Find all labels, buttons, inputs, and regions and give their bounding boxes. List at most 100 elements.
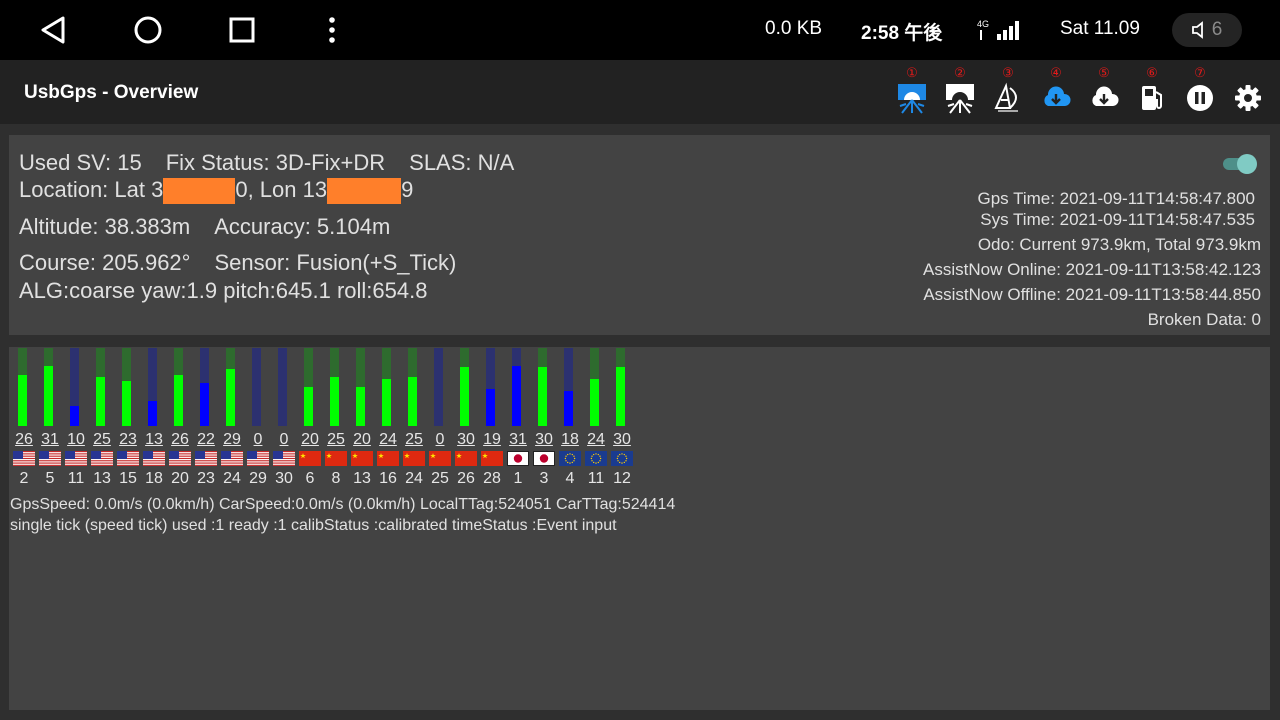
signal-bar-track — [434, 348, 443, 426]
recents-button[interactable] — [222, 10, 262, 50]
satellite-id: 2 — [19, 470, 29, 487]
constellation-flag-us — [91, 451, 113, 466]
ad-logo-icon — [994, 82, 1018, 112]
overflow-menu-button[interactable] — [312, 10, 352, 50]
constellation-flag-cn — [325, 451, 347, 466]
satellite-id: 11 — [67, 470, 85, 487]
snr-value: 20 — [353, 431, 371, 448]
satellite-column: 20 6 — [297, 347, 323, 487]
toggle-thumb — [1237, 154, 1257, 174]
satellite-id: 26 — [457, 470, 475, 487]
snr-value: 0 — [253, 431, 263, 448]
satellite-dish-blue-icon — [898, 84, 926, 114]
assistnow-offline: AssistNow Offline: 2021-09-11T13:58:44.8… — [923, 285, 1261, 304]
logging-toggle[interactable] — [1221, 153, 1257, 175]
satellite-column: 25 24 — [401, 347, 427, 487]
constellation-flag-us — [117, 451, 139, 466]
satellite-column: 0 25 — [427, 347, 453, 487]
accuracy: Accuracy: 5.104m — [214, 214, 391, 239]
snr-value: 18 — [561, 431, 579, 448]
constellation-flag-jp — [507, 451, 529, 466]
constellation-flag-us — [143, 451, 165, 466]
toolbar-button-5[interactable]: ⑤ — [1083, 66, 1125, 118]
signal-bar-fill — [44, 366, 53, 426]
toolbar-button-1[interactable]: ① — [891, 65, 933, 118]
snr-value: 24 — [587, 431, 605, 448]
satellite-column: 30 26 — [453, 347, 479, 487]
constellation-flag-cn — [299, 451, 321, 466]
status-bar: 0.0 KB 2:58 午後 4G Sat 11.09 6 — [0, 0, 1280, 60]
toolbar-button-3[interactable]: ③ — [987, 66, 1029, 118]
satellite-column: 31 1 — [505, 347, 531, 487]
satellite-column: 0 30 — [271, 347, 297, 487]
snr-value: 24 — [379, 431, 397, 448]
signal-bar-fill — [96, 377, 105, 426]
satellite-column: 22 23 — [193, 347, 219, 487]
snr-value: 10 — [67, 431, 85, 448]
volume-level: 6 — [1211, 19, 1223, 40]
constellation-flag-cn — [429, 451, 451, 466]
satellite-id: 13 — [353, 470, 371, 487]
satellite-column: 25 8 — [323, 347, 349, 487]
slas-status: SLAS: N/A — [409, 150, 515, 175]
satellite-column: 24 16 — [375, 347, 401, 487]
toolbar-button-7[interactable]: ⑦ — [1179, 66, 1221, 118]
cloud-download-white-icon — [1092, 86, 1119, 106]
satellite-id: 3 — [539, 470, 549, 487]
satellite-id: 20 — [171, 470, 189, 487]
course: Course: 205.962° — [19, 250, 191, 275]
satellite-column: 26 20 — [167, 347, 193, 487]
toolbar-button-6[interactable]: ⑥ — [1131, 66, 1173, 118]
satellite-column: 24 11 — [583, 347, 609, 487]
more-vert-icon — [329, 17, 335, 43]
fix-status: Fix Status: 3D-Fix+DR — [165, 150, 386, 175]
home-button[interactable] — [128, 10, 168, 50]
signal-bar-track — [564, 348, 573, 426]
satellite-id: 12 — [613, 470, 631, 487]
signal-bar-fill — [330, 377, 339, 426]
sys-time: Sys Time: 2021-09-11T14:58:47.535 — [980, 210, 1255, 229]
location-line: Location: Lat 3 0, Lon 13 9 — [19, 177, 413, 205]
satellite-id: 15 — [119, 470, 137, 487]
location-prefix: Location: Lat 3 — [19, 177, 164, 202]
satellite-column: 19 28 — [479, 347, 505, 487]
satellite-id: 25 — [431, 470, 449, 487]
signal-bar-track — [70, 348, 79, 426]
signal-bar-fill — [564, 391, 573, 426]
volume-indicator[interactable]: 6 — [1172, 13, 1242, 47]
constellation-flag-us — [247, 451, 269, 466]
snr-value: 26 — [15, 431, 33, 448]
data-counter: 0.0 KB — [765, 18, 823, 39]
back-button[interactable] — [33, 10, 73, 50]
back-triangle-icon — [41, 16, 65, 44]
satellite-column: 23 15 — [115, 347, 141, 487]
satellite-card: 26 2 31 5 10 11 25 13 23 15 13 18 26 20 22 23 29 24 0 29 0 30… — [9, 347, 1270, 710]
snr-value: 25 — [93, 431, 111, 448]
signal-bar-track — [252, 348, 261, 426]
signal-bar-fill — [226, 369, 235, 426]
location-mid: 0, Lon 13 — [235, 177, 328, 202]
cloud-download-blue-icon — [1044, 86, 1071, 106]
signal-bar-fill — [486, 389, 495, 426]
signal-bar-track — [590, 348, 599, 426]
signal-bar-fill — [616, 367, 625, 426]
snr-value: 25 — [327, 431, 345, 448]
toolbar-number-1: ① — [906, 65, 918, 80]
clock: 2:58 午後 — [861, 23, 943, 44]
toolbar-button-2[interactable]: ② — [939, 66, 981, 118]
gps-time: Gps Time: 2021-09-11T14:58:47.800 — [977, 189, 1255, 208]
snr-value: 31 — [509, 431, 527, 448]
speaker-muted-icon — [1191, 21, 1203, 39]
snr-value: 29 — [223, 431, 241, 448]
constellation-flag-eu — [611, 451, 633, 466]
satellite-column: 26 2 — [11, 347, 37, 487]
satellite-column: 25 13 — [89, 347, 115, 487]
settings-button[interactable] — [1227, 68, 1269, 118]
satellite-column: 30 12 — [609, 347, 635, 487]
snr-value: 22 — [197, 431, 215, 448]
constellation-flag-jp — [533, 451, 555, 466]
constellation-flag-cn — [455, 451, 477, 466]
satellite-column: 29 24 — [219, 347, 245, 487]
toolbar-button-4[interactable]: ④ — [1035, 66, 1077, 118]
signal-bar-fill — [148, 401, 157, 426]
